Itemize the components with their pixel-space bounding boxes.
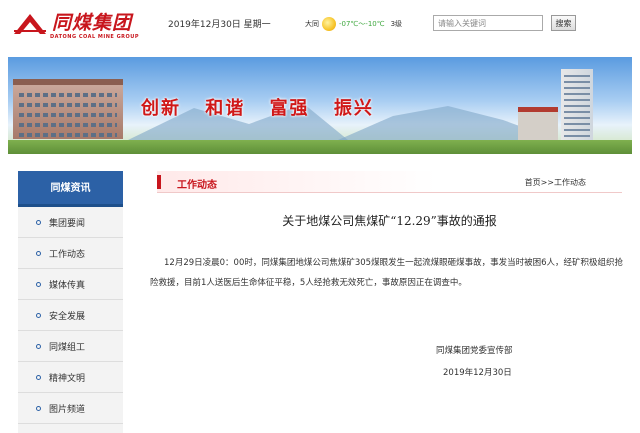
site-logo[interactable]: 同煤集团 DATONG COAL MINE GROUP xyxy=(12,8,139,42)
weather-wind: 3级 xyxy=(390,20,403,28)
current-date: 2019年12月30日 星期一 xyxy=(168,20,271,30)
slogan-word: 和谐 xyxy=(205,98,246,119)
bullet-icon xyxy=(36,374,41,380)
site-header: 同煤集团 DATONG COAL MINE GROUP 2019年12月30日 … xyxy=(0,0,640,52)
slogan-word: 创新 xyxy=(141,98,181,119)
sidebar-item-label: 工作动态 xyxy=(49,249,86,260)
search-input[interactable] xyxy=(433,15,543,31)
sidebar-item-label: 集团要闻 xyxy=(49,218,86,229)
hero-banner: 创新 和谐 富强 振兴 xyxy=(8,57,632,154)
bullet-icon xyxy=(36,405,41,411)
weather-widget: 大同 -07℃～-10℃ 3级 xyxy=(305,17,402,31)
sidebar-item-civilization[interactable]: 精神文明 xyxy=(18,362,123,393)
logo-title: 同煤集团 xyxy=(52,12,133,34)
sidebar-item-safety[interactable]: 安全发展 xyxy=(18,300,123,331)
sidebar-item-group-news[interactable]: 集团要闻 xyxy=(18,207,123,238)
section-accent-bar xyxy=(157,175,161,189)
weather-temp: -07℃～-10℃ xyxy=(339,20,385,28)
article-signature-date: 2019年12月30日 xyxy=(443,368,512,378)
bullet-icon xyxy=(36,281,41,287)
bullet-icon xyxy=(36,219,41,225)
section-header: 工作动态 首页>>工作动态 xyxy=(157,171,622,193)
bullet-icon xyxy=(36,343,41,349)
slogan-word: 富强 xyxy=(269,98,310,119)
sidebar-item-pictures[interactable]: 图片频道 xyxy=(18,393,123,424)
slogan-word: 振兴 xyxy=(333,98,374,119)
sidebar-item-label: 图片频道 xyxy=(49,404,86,415)
bullet-icon xyxy=(36,312,41,318)
office-building-graphic xyxy=(13,79,123,139)
banner-slogan: 创新 和谐 富强 振兴 xyxy=(141,94,390,120)
sidebar-title: 同煤资讯 xyxy=(18,171,123,207)
logo-subtitle: DATONG COAL MINE GROUP xyxy=(50,34,140,40)
sidebar-item-label: 媒体传真 xyxy=(49,280,86,291)
section-title: 工作动态 xyxy=(177,180,217,191)
weather-city: 大同 xyxy=(305,20,319,28)
sidebar-item-label: 同煤组工 xyxy=(49,342,86,353)
article-signature-org: 同煤集团党委宣传部 xyxy=(436,346,513,356)
logo-mark-icon xyxy=(14,14,46,34)
breadcrumb[interactable]: 首页>>工作动态 xyxy=(525,177,586,188)
ground-graphic xyxy=(8,140,632,154)
sun-icon xyxy=(322,17,336,31)
building-graphic xyxy=(518,107,558,141)
sidebar-item-work-updates[interactable]: 工作动态 xyxy=(18,238,123,269)
article-body: 12月29日凌晨0：00时，同煤集团地煤公司焦煤矿305煤眼发生一起流煤眼砸煤事… xyxy=(150,258,623,288)
sidebar-item-label: 精神文明 xyxy=(49,373,86,384)
sidebar-nav: 同煤资讯 集团要闻 工作动态 媒体传真 安全发展 同煤组工 精神文明 图片频道 xyxy=(18,171,123,433)
tower-building-graphic xyxy=(561,69,593,143)
sidebar-item-organization[interactable]: 同煤组工 xyxy=(18,331,123,362)
sidebar-item-media[interactable]: 媒体传真 xyxy=(18,269,123,300)
search-button[interactable]: 搜索 xyxy=(551,15,576,31)
bullet-icon xyxy=(36,250,41,256)
sidebar-item-label: 安全发展 xyxy=(49,311,86,322)
article-title: 关于地煤公司焦煤矿“12.29”事故的通报 xyxy=(282,214,497,228)
